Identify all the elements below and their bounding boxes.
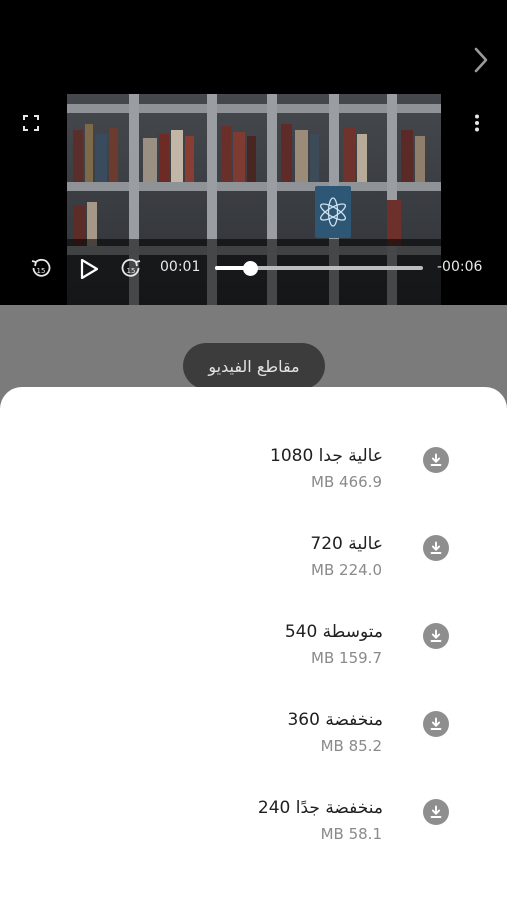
rewind-15-icon[interactable]: 15 — [28, 256, 54, 282]
quality-option-360[interactable]: منخفضة 360 MB 85.2 — [0, 710, 507, 798]
book — [171, 130, 183, 182]
rewind-seconds-text: 15 — [37, 267, 46, 275]
book — [281, 124, 292, 182]
download-icon[interactable] — [423, 447, 449, 473]
book — [295, 130, 308, 182]
book — [95, 134, 107, 182]
book — [73, 130, 83, 182]
fullscreen-icon[interactable] — [20, 112, 42, 134]
download-quality-sheet: عالية جدا 1080 MB 466.9 عالية 720 MB 224… — [0, 387, 507, 900]
book — [310, 134, 319, 182]
quality-option-540[interactable]: متوسطة 540 MB 159.7 — [0, 622, 507, 710]
book — [185, 136, 194, 182]
chevron-right-icon[interactable] — [466, 44, 496, 76]
logo-book — [315, 186, 351, 238]
book — [247, 136, 256, 182]
video-player: 15 15 00:01 -00:06 — [0, 0, 507, 305]
download-icon[interactable] — [423, 799, 449, 825]
download-icon[interactable] — [423, 711, 449, 737]
file-size: MB 224.0 — [311, 561, 382, 579]
shelf-plank — [67, 182, 441, 191]
book — [415, 136, 425, 182]
book — [221, 126, 231, 182]
current-time: 00:01 — [160, 259, 201, 275]
file-size: MB 85.2 — [320, 737, 382, 755]
file-size: MB 466.9 — [311, 473, 382, 491]
download-icon[interactable] — [423, 535, 449, 561]
file-size: MB 159.7 — [311, 649, 382, 667]
video-clips-button[interactable]: مقاطع الفيديو — [183, 343, 325, 389]
book — [357, 134, 367, 182]
quality-label: عالية 720 — [310, 534, 383, 554]
quality-option-720[interactable]: عالية 720 MB 224.0 — [0, 534, 507, 622]
book — [343, 128, 355, 182]
video-clips-label: مقاطع الفيديو — [208, 356, 300, 376]
quality-option-240[interactable]: منخفضة جدًا 240 MB 58.1 — [0, 798, 507, 886]
quality-label: منخفضة جدًا 240 — [257, 798, 383, 818]
book — [401, 130, 413, 182]
shelf-plank — [67, 104, 441, 113]
quality-option-1080[interactable]: عالية جدا 1080 MB 466.9 — [0, 446, 507, 534]
seek-thumb[interactable] — [242, 261, 258, 276]
remaining-time: -00:06 — [437, 259, 483, 275]
download-icon[interactable] — [423, 623, 449, 649]
forward-seconds-text: 15 — [127, 267, 136, 275]
more-vertical-icon[interactable] — [466, 110, 488, 136]
forward-15-icon[interactable]: 15 — [118, 256, 144, 282]
book — [159, 134, 169, 182]
book — [233, 132, 245, 182]
book — [109, 128, 118, 182]
book — [85, 124, 93, 182]
play-icon[interactable] — [76, 256, 102, 282]
quality-label: منخفضة 360 — [287, 710, 383, 730]
quality-label: عالية جدا 1080 — [270, 446, 383, 466]
book — [143, 138, 157, 182]
file-size: MB 58.1 — [320, 825, 382, 843]
quality-label: متوسطة 540 — [284, 622, 383, 642]
